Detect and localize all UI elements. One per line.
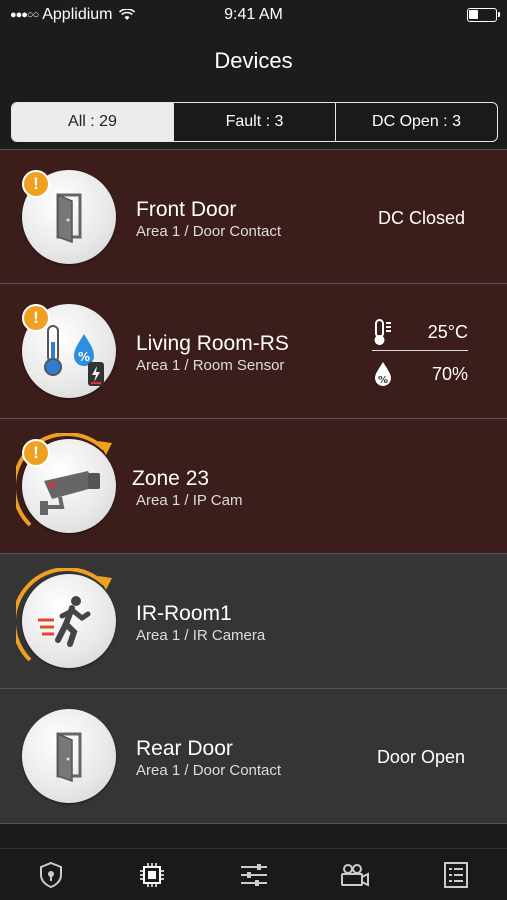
- humidity-value: 70%: [431, 363, 468, 384]
- tab-events[interactable]: [406, 849, 507, 900]
- tab-security[interactable]: [0, 849, 101, 900]
- device-row[interactable]: % ! Living Room-RS Area 1 / Room Sensor …: [0, 284, 507, 419]
- temperature-reading: 25°C: [372, 317, 468, 347]
- device-row[interactable]: IR-Room1 Area 1 / IR Camera: [0, 554, 507, 689]
- filter-fault[interactable]: Fault : 3: [173, 103, 335, 141]
- device-status: DC Closed: [377, 208, 465, 228]
- filter-segmented-control: All : 29 Fault : 3 DC Open : 3: [11, 102, 498, 142]
- device-subtitle: Area 1 / IR Camera: [136, 627, 266, 644]
- device-list: ! Front Door Area 1 / Door Contact DC Cl…: [0, 149, 507, 824]
- sensor-divider: [372, 350, 468, 351]
- device-name: Living Room-RS: [136, 332, 289, 355]
- running-person-icon: [38, 596, 91, 647]
- list-icon: [444, 861, 469, 888]
- humidity-reading: % 70%: [372, 359, 468, 389]
- svg-text:%: %: [378, 375, 388, 386]
- temperature-value: 25°C: [427, 321, 468, 342]
- device-name: IR-Room1: [136, 602, 232, 625]
- sliders-icon: [240, 863, 267, 886]
- video-camera-icon: [340, 863, 369, 887]
- door-icon: [56, 732, 82, 783]
- device-name: Front Door: [136, 198, 237, 221]
- fault-alert-icon: !: [22, 304, 50, 332]
- tab-devices[interactable]: [101, 849, 202, 900]
- thermometer-icon: [374, 319, 391, 345]
- tab-settings[interactable]: [203, 849, 304, 900]
- tab-cameras[interactable]: [304, 849, 405, 900]
- status-time: 9:41 AM: [224, 6, 283, 23]
- device-name: Zone 23: [132, 467, 210, 490]
- device-subtitle: Area 1 / Door Contact: [136, 762, 282, 779]
- device-subtitle: Area 1 / Room Sensor: [136, 357, 285, 374]
- status-bar: ●●●○○ Applidium 9:41 AM: [0, 0, 507, 30]
- fault-alert-icon: !: [22, 439, 50, 467]
- chip-icon: [140, 862, 165, 887]
- page-title: Devices: [214, 48, 293, 73]
- filter-all[interactable]: All : 29: [12, 103, 173, 141]
- tab-bar: [0, 848, 507, 900]
- device-icon-circle: [22, 709, 116, 803]
- battery-icon: [467, 8, 500, 22]
- device-icon-circle: [22, 574, 116, 668]
- sensor-readings: 25°C % 70%: [372, 317, 468, 389]
- device-row[interactable]: ! Front Door Area 1 / Door Contact DC Cl…: [0, 149, 507, 284]
- filter-dc-open[interactable]: DC Open : 3: [335, 103, 497, 141]
- device-name: Rear Door: [136, 737, 233, 760]
- shield-lock-icon: [39, 861, 62, 888]
- device-subtitle: Area 1 / Door Contact: [136, 223, 282, 240]
- humidity-icon: %: [375, 362, 391, 386]
- device-row[interactable]: ! Zone 23 Area 1 / IP Cam: [0, 419, 507, 554]
- device-status: Door Open: [376, 747, 465, 767]
- device-subtitle: Area 1 / IP Cam: [136, 492, 243, 509]
- fault-alert-icon: !: [22, 170, 50, 198]
- svg-text:%: %: [78, 350, 90, 364]
- device-row[interactable]: Rear Door Area 1 / Door Contact Door Ope…: [0, 689, 507, 824]
